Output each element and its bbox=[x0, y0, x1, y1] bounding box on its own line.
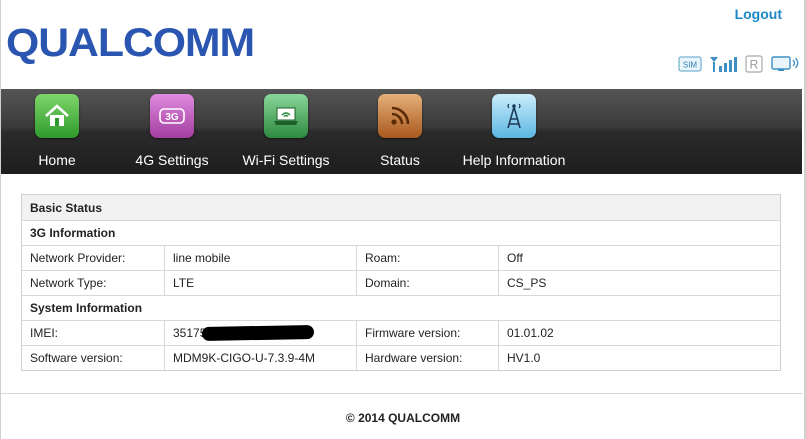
redaction-mark bbox=[202, 325, 315, 341]
main-nav: Home 3G 4G Settings Wi-Fi Settings Statu… bbox=[1, 89, 802, 174]
software-version-label: Software version: bbox=[30, 351, 123, 365]
nav-4g-settings[interactable]: 3G 4G Settings bbox=[132, 89, 212, 174]
firmware-version-label: Firmware version: bbox=[356, 321, 498, 345]
hardware-version-value: HV1.0 bbox=[498, 346, 780, 370]
rss-icon bbox=[378, 94, 422, 138]
network-type-label: Network Type: bbox=[30, 276, 107, 290]
nav-help-information[interactable]: Help Information bbox=[459, 89, 569, 174]
footer-divider bbox=[1, 393, 802, 394]
svg-text:R: R bbox=[750, 58, 759, 72]
nav-help-information-label: Help Information bbox=[462, 152, 566, 168]
table-row: IMEI: 35175 Firmware version: 01.01.02 bbox=[22, 320, 780, 345]
section-system-information: System Information bbox=[22, 295, 780, 320]
roam-value: Off bbox=[498, 246, 780, 270]
basic-status-panel: Basic Status 3G Information Network Prov… bbox=[21, 194, 781, 371]
nav-wifi-settings-label: Wi-Fi Settings bbox=[242, 152, 330, 168]
imei-value: 35175 bbox=[164, 321, 356, 345]
nav-status[interactable]: Status bbox=[370, 89, 430, 174]
firmware-version-value: 01.01.02 bbox=[498, 321, 780, 345]
hardware-version-label: Hardware version: bbox=[356, 346, 498, 370]
monitor-connection-icon bbox=[770, 54, 800, 74]
nav-wifi-settings[interactable]: Wi-Fi Settings bbox=[239, 89, 333, 174]
table-row: Software version: MDM9K-CIGO-U-7.3.9-4M … bbox=[22, 345, 780, 370]
nav-home-label: Home bbox=[38, 152, 76, 168]
table-row: Network Provider: line mobile Roam: Off bbox=[22, 245, 780, 270]
software-version-value: MDM9K-CIGO-U-7.3.9-4M bbox=[164, 346, 356, 370]
logout-link[interactable]: Logout bbox=[735, 6, 782, 22]
3g-icon: 3G bbox=[150, 94, 194, 138]
nav-status-label: Status bbox=[380, 152, 420, 168]
svg-text:3G: 3G bbox=[165, 112, 179, 123]
domain-value: CS_PS bbox=[498, 271, 780, 295]
nav-home[interactable]: Home bbox=[26, 89, 88, 174]
antenna-icon bbox=[492, 94, 536, 138]
panel-title: Basic Status bbox=[22, 195, 780, 220]
network-provider-value: line mobile bbox=[164, 246, 356, 270]
roaming-icon: R bbox=[744, 54, 764, 74]
sim-icon: SIM bbox=[678, 54, 702, 74]
network-type-value: LTE bbox=[164, 271, 356, 295]
qualcomm-logo: QUALCOMM bbox=[6, 21, 255, 65]
nav-4g-settings-label: 4G Settings bbox=[135, 152, 209, 168]
svg-text:SIM: SIM bbox=[683, 61, 698, 70]
section-3g-information: 3G Information bbox=[22, 220, 780, 245]
roam-label: Roam: bbox=[356, 246, 498, 270]
laptop-wifi-icon bbox=[264, 94, 308, 138]
footer-copyright: © 2014 QUALCOMM bbox=[345, 411, 461, 425]
network-provider-label: Network Provider: bbox=[30, 251, 126, 265]
svg-text:QUALCOMM: QUALCOMM bbox=[6, 21, 254, 65]
home-icon bbox=[35, 94, 79, 138]
imei-label: IMEI: bbox=[30, 326, 59, 340]
domain-label: Domain: bbox=[356, 271, 498, 295]
signal-strength-icon bbox=[708, 54, 738, 74]
table-row: Network Type: LTE Domain: CS_PS bbox=[22, 270, 780, 295]
status-icons: SIM R bbox=[678, 54, 800, 74]
